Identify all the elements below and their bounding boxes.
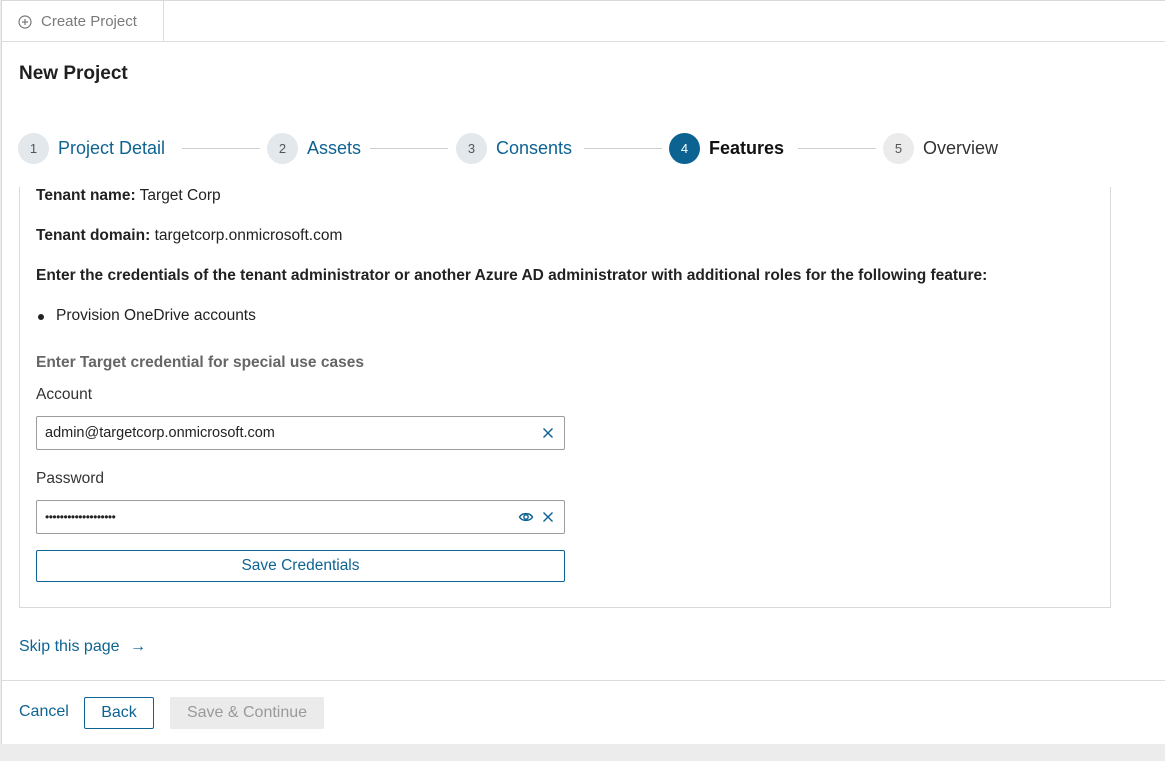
step-number: 1 [18,132,49,164]
account-label: Account [36,386,93,403]
tab-create-project[interactable]: Create Project [2,1,164,42]
step-label: Assets [307,137,362,158]
step-label: Project Detail [58,137,166,158]
tenant-domain-label: Tenant domain: [36,227,151,244]
skip-page-link[interactable]: Skip this page → [19,638,146,656]
arrow-right-icon: → [129,638,146,655]
step-number: 4 [669,132,700,164]
tab-label: Create Project [41,13,137,30]
step-number: 5 [883,132,914,164]
account-input[interactable]: admin@targetcorp.onmicrosoft.com [36,416,565,450]
footer-divider [2,680,1165,681]
feature-list-item: Provision OneDrive accounts [56,307,256,324]
save-continue-button[interactable]: Save & Continue [170,697,324,729]
step-assets[interactable]: 2 Assets [267,132,361,164]
tenant-name-row: Tenant name: Target Corp [36,187,221,205]
step-number: 2 [267,132,298,164]
instructions-text: Enter the credentials of the tenant admi… [36,267,988,284]
step-connector [798,148,876,149]
tenant-domain-value: targetcorp.onmicrosoft.com [154,227,343,244]
clear-icon[interactable] [540,509,556,525]
skip-page-label: Skip this page [19,638,120,655]
step-connector [182,148,260,149]
step-overview: 5 Overview [883,132,998,164]
tenant-name-label: Tenant name: [36,187,136,204]
step-number: 3 [456,132,487,164]
step-project-detail[interactable]: 1 Project Detail [18,132,165,164]
tenant-name-value: Target Corp [139,187,221,204]
plus-circle-icon [18,14,32,29]
step-label: Consents [496,137,573,158]
step-connector [370,148,448,149]
page-title: New Project [19,63,128,84]
step-connector [584,148,662,149]
password-input-value: ••••••••••••••••••• [45,510,116,524]
step-features: 4 Features [669,132,784,164]
step-consents[interactable]: 3 Consents [456,132,572,164]
credential-section-heading: Enter Target credential for special use … [36,354,364,371]
step-label: Features [709,137,785,158]
save-credentials-button[interactable]: Save Credentials [36,550,565,582]
eye-icon[interactable] [518,509,534,525]
password-input[interactable]: ••••••••••••••••••• [36,500,565,534]
password-label: Password [36,470,105,487]
clear-icon[interactable] [540,425,556,441]
tenant-domain-row: Tenant domain: targetcorp.onmicrosoft.co… [36,227,342,245]
back-button[interactable]: Back [84,697,154,729]
bullet-icon [38,314,44,320]
step-label: Overview [923,137,999,158]
features-panel: Tenant name: Target Corp Tenant domain: … [19,187,1111,608]
cancel-link[interactable]: Cancel [19,703,69,721]
tab-strip: Create Project [2,1,1165,42]
account-input-value: admin@targetcorp.onmicrosoft.com [45,425,275,441]
project-wizard-window: Create Project New Project 1 Project Det… [1,0,1165,744]
